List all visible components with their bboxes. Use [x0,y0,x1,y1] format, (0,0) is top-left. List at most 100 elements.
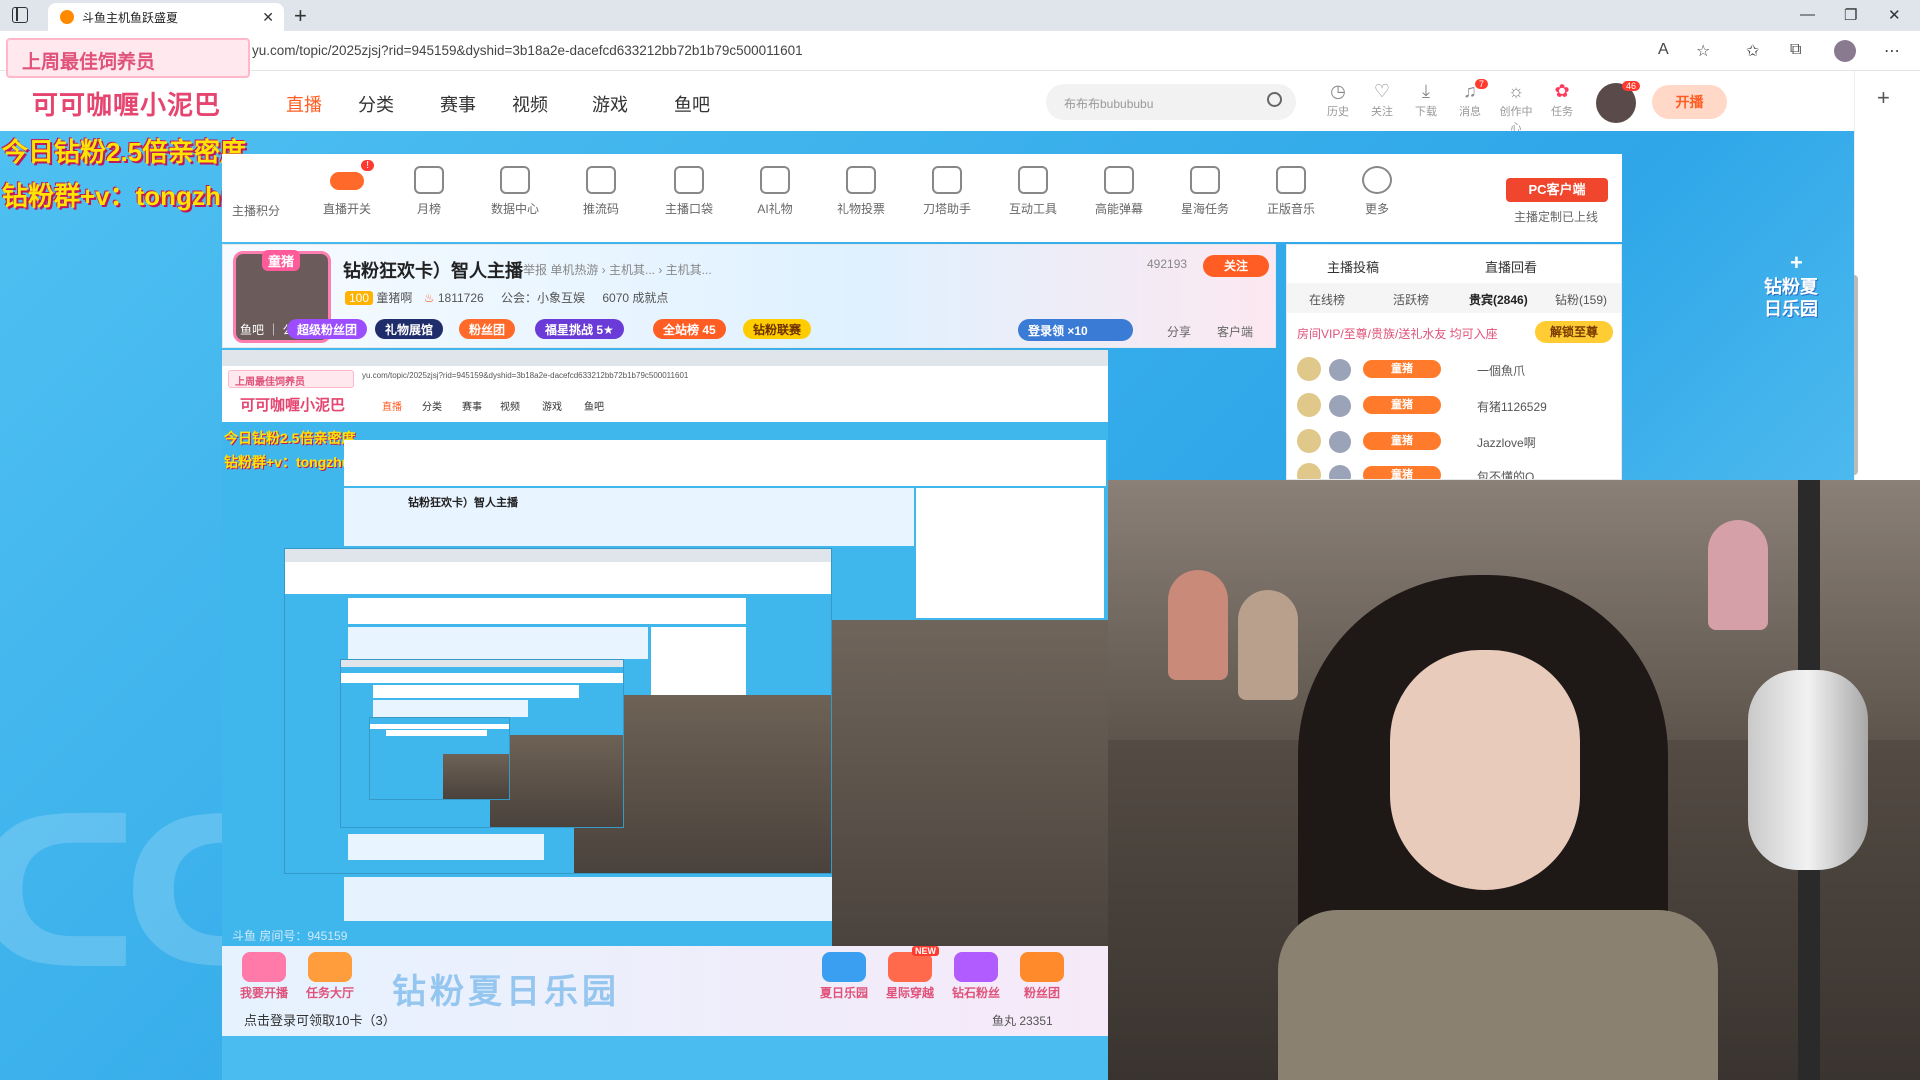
task-hall-action[interactable]: 任务大厅 [302,952,358,1001]
minimize-icon[interactable]: — [1800,6,1815,23]
add-widget-icon[interactable]: + [1790,250,1803,276]
favorite-star-icon[interactable]: ☆ [1696,41,1710,61]
share-button[interactable]: 分享 [1167,323,1191,340]
diamond-league-pill[interactable]: 钻粉联赛 [743,319,812,339]
nav-events[interactable]: 赛事 [440,91,476,117]
tool-dota-helper[interactable]: 刀塔助手 [912,166,982,217]
new-tab-icon[interactable]: + [294,3,307,29]
fan-club-action[interactable]: 粉丝团 [1014,952,1070,1001]
tool-danmaku[interactable]: 高能弹幕 [1084,166,1154,217]
host-name[interactable]: 童猪啊 [376,291,412,305]
gift-hall-pill[interactable]: 礼物展馆 [375,319,444,339]
search-icon[interactable] [1267,92,1282,107]
tool-gift-vote[interactable]: 礼物投票 [826,166,896,217]
sidebar-add-icon[interactable]: + [1877,85,1890,111]
room-breadcrumb[interactable]: 举报 单机热游 › 主机其... › 主机其... [523,261,712,278]
restore-icon[interactable]: ❐ [1844,6,1857,24]
messages-button[interactable]: ♫ 消息 7 [1450,79,1490,119]
tool-data-center[interactable]: 数据中心 [480,166,550,217]
diamond-fans-action[interactable]: 钻石粉丝 [948,952,1004,1001]
tab-online[interactable]: 在线榜 [1309,291,1345,308]
nested-keeper-tag: 上周最佳饲养员 [228,370,354,388]
nav-category[interactable]: 分类 [358,91,394,117]
fan-club-pill[interactable]: 粉丝团 [459,319,516,339]
nest-webcam [490,735,623,827]
action-label: 星际穿越 [885,986,934,1000]
interstellar-action[interactable]: NEW 星际穿越 [882,946,939,1001]
download-button[interactable]: ⤓ 下载 [1406,81,1446,119]
nested-overlay-line1: 今日钻粉2.5倍亲密度 [224,430,356,446]
tool-interaction[interactable]: 互动工具 [998,166,1068,217]
tool-live-switch[interactable]: ! 直播开关 [312,160,382,217]
nested-webcam [832,620,1108,950]
tool-stream-key[interactable]: 推流码 [566,166,636,217]
close-tab-icon[interactable]: ✕ [262,9,274,26]
nest-header [369,724,509,730]
microphone [1748,670,1868,870]
summer-park-badge[interactable]: 钻粉夏日乐园 [1764,276,1834,340]
fan-badge: 童猪 [1363,396,1441,414]
nav-video[interactable]: 视频 [512,91,548,117]
tool-host-pocket[interactable]: 主播口袋 [654,166,724,217]
contribute-link[interactable]: 主播投稿 [1327,257,1379,276]
rank-row[interactable]: 童猪 Jazzlove啊 [1297,427,1617,457]
alert-badge: ! [361,160,374,171]
tool-star-tasks[interactable]: 星海任务 [1170,166,1240,217]
unlock-button[interactable]: 解锁至尊 [1535,321,1613,343]
tool-monthly-rank[interactable]: 月榜 [394,166,464,217]
start-live-action[interactable]: 我要开播 [236,952,292,1001]
replay-link[interactable]: 直播回看 [1485,257,1537,276]
tool-label: 礼物投票 [836,202,885,216]
start-live-icon [242,952,286,982]
tool-more[interactable]: 更多 [1342,166,1412,217]
search-input[interactable]: 布布布bubububu [1046,84,1296,120]
url-field[interactable]: yu.com/topic/2025zjsj?rid=945159&dyshid=… [252,43,803,58]
super-fans-pill[interactable]: 超级粉丝团 [287,319,368,339]
site-header: 可可咖喱小泥巴 直播 分类 赛事 视频 游戏 鱼吧 布布布bubububu ◷ 历… [0,71,1854,134]
tool-label: 更多 [1364,202,1389,216]
summer-park-action[interactable]: 夏日乐园 [816,952,872,1001]
tool-ai-gift[interactable]: AI礼物 [740,166,810,217]
action-label: 钻石粉丝 [951,986,1000,1000]
nested-header: 可可咖喱小泥巴 直播 分类 赛事 视频 游戏 鱼吧 [222,386,1108,422]
creator-center-button[interactable]: ☼ 创作中心 [1496,81,1536,135]
site-logo[interactable]: 可可咖喱小泥巴 [32,85,221,122]
collections-icon[interactable]: ⧉ [1790,41,1801,59]
more-menu-icon[interactable]: ⋯ [1884,41,1900,61]
close-window-icon[interactable]: ✕ [1888,6,1901,24]
house-icon [1020,952,1064,982]
union-name[interactable]: 公会：小象互娱 [501,291,585,305]
follow-button[interactable]: ♡ 关注 [1362,81,1402,119]
history-button[interactable]: ◷ 历史 [1318,81,1358,119]
nav-fishbar[interactable]: 鱼吧 [674,91,710,117]
rank-row[interactable]: 童猪 一個魚爪 [1297,355,1617,385]
tab-vip[interactable]: 贵宾(2846) [1469,291,1528,308]
user-avatar[interactable]: 46 [1596,81,1640,123]
rank-row[interactable]: 童猪 包不懂的Q [1297,461,1617,479]
activity-banner: 我要开播 任务大厅 钻粉夏日乐园 夏日乐园 NEW 星际穿越 钻石粉丝 粉丝团 点… [222,946,1108,1036]
site-rank-pill[interactable]: 全站榜 45 [653,319,726,339]
favorites-icon[interactable]: ✩ [1746,41,1759,61]
rank-row[interactable]: 童猪 有猪1126529 [1297,391,1617,421]
tasks-button[interactable]: ✿ 任务 [1542,81,1582,119]
lucky-challenge-pill[interactable]: 福星挑战 5★ [535,319,624,339]
nav-live[interactable]: 直播 [286,91,322,117]
login-claim-pill[interactable]: 登录领 ×10 [1018,319,1133,341]
nested-url: yu.com/topic/2025zjsj?rid=945159&dyshid=… [222,366,1108,386]
follow-button[interactable]: 关注 [1203,255,1269,277]
claim-card-link[interactable]: 点击登录可领取10卡（3） [244,1010,396,1029]
go-live-button[interactable]: 开播 [1652,85,1727,119]
tab-diamond[interactable]: 钻粉(159) [1555,291,1607,308]
tool-music[interactable]: 正版音乐 [1256,166,1326,217]
nav-games[interactable]: 游戏 [592,91,628,117]
read-aloud-icon[interactable]: A [1658,41,1669,59]
tab-actions-icon[interactable] [12,7,28,23]
client-button[interactable]: 客户端 [1217,323,1253,340]
tab-active[interactable]: 活跃榜 [1393,291,1429,308]
clock-icon: ◷ [1330,81,1346,101]
browser-tab[interactable]: 斗鱼主机鱼跃盛夏 ✕ [48,3,284,31]
host-score-link[interactable]: 主播积分 [232,202,280,219]
pc-client-button[interactable]: PC客户端 [1506,178,1608,202]
overlay-promo-line1: 今日钻粉2.5倍亲密度 [2,137,247,167]
profile-avatar-icon[interactable] [1834,40,1856,62]
